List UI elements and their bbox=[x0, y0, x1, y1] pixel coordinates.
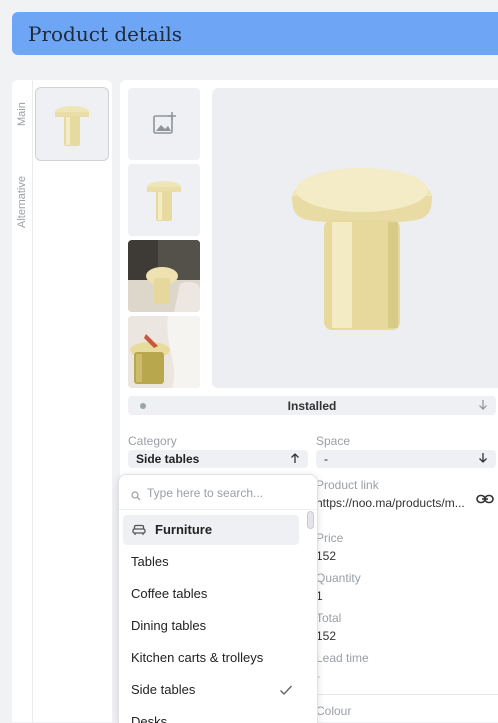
side-table-image bbox=[147, 181, 181, 221]
link-icon[interactable] bbox=[476, 492, 494, 511]
colour-label: Colour bbox=[316, 704, 352, 718]
option-kitchen-carts-trolleys[interactable]: Kitchen carts & trolleys bbox=[123, 643, 299, 673]
page-title: Product details bbox=[28, 22, 182, 46]
lifestyle-photo-image bbox=[128, 316, 200, 388]
space-label: Space bbox=[316, 434, 351, 448]
dropdown-search bbox=[119, 475, 317, 510]
category-label: Category bbox=[128, 434, 177, 448]
room-photo-image bbox=[128, 240, 200, 312]
tab-main[interactable]: Main bbox=[16, 96, 28, 126]
quantity-label: Quantity bbox=[316, 571, 361, 585]
product-link-label: Product link bbox=[316, 478, 379, 492]
category-select[interactable]: Side tables bbox=[128, 450, 308, 468]
search-icon bbox=[131, 488, 141, 506]
product-image-preview[interactable] bbox=[212, 88, 498, 388]
space-select[interactable]: - bbox=[316, 450, 496, 468]
option-group-furniture[interactable]: Furniture bbox=[123, 515, 299, 545]
price-label: Price bbox=[316, 531, 344, 545]
image-thumbnail-3[interactable] bbox=[128, 316, 200, 388]
option-dining-tables[interactable]: Dining tables bbox=[123, 611, 299, 641]
option-tables[interactable]: Tables bbox=[123, 547, 299, 577]
image-thumbnail-1[interactable] bbox=[128, 164, 200, 236]
lead-time-label: Lead time bbox=[316, 651, 369, 665]
product-link-value[interactable]: https://noo.ma/products/m... bbox=[316, 496, 480, 510]
option-desks[interactable]: Desks bbox=[123, 707, 299, 723]
category-search-input[interactable] bbox=[145, 483, 309, 503]
category-dropdown: Furniture Tables Coffee tables Dining ta… bbox=[118, 474, 318, 723]
total-value: 152 bbox=[316, 629, 337, 643]
status-select[interactable]: Installed bbox=[128, 396, 496, 415]
image-type-panel: Main Alternative bbox=[12, 80, 112, 722]
dropdown-scrollbar[interactable] bbox=[306, 511, 315, 723]
price-value[interactable]: 152 bbox=[316, 549, 336, 563]
main-image-thumbnail[interactable] bbox=[35, 87, 109, 161]
status-label: Installed bbox=[287, 399, 337, 413]
sofa-icon bbox=[132, 524, 146, 539]
space-value: - bbox=[324, 452, 328, 466]
total-label: Total bbox=[316, 611, 342, 625]
section-divider bbox=[316, 694, 498, 695]
option-side-tables[interactable]: Side tables bbox=[123, 675, 299, 705]
option-label: Dining tables bbox=[131, 618, 207, 633]
scrollbar-thumb[interactable] bbox=[307, 511, 314, 529]
option-label: Kitchen carts & trolleys bbox=[131, 650, 264, 665]
arrow-down-icon bbox=[478, 451, 488, 468]
category-value: Side tables bbox=[136, 452, 200, 466]
option-label: Side tables bbox=[131, 682, 196, 697]
side-table-image bbox=[55, 106, 89, 146]
option-label: Furniture bbox=[155, 522, 213, 537]
side-table-large-image bbox=[292, 168, 432, 330]
option-label: Coffee tables bbox=[131, 586, 208, 601]
check-icon bbox=[279, 684, 293, 699]
arrow-down-icon bbox=[478, 398, 488, 415]
option-coffee-tables[interactable]: Coffee tables bbox=[123, 579, 299, 609]
image-thumbnail-2[interactable] bbox=[128, 240, 200, 312]
page-header: Product details bbox=[12, 12, 498, 55]
arrow-up-icon bbox=[290, 451, 300, 468]
option-label: Tables bbox=[131, 554, 169, 569]
tab-divider bbox=[32, 80, 33, 722]
add-image-button[interactable] bbox=[128, 88, 200, 160]
add-image-icon bbox=[153, 112, 176, 134]
tab-alternative[interactable]: Alternative bbox=[16, 168, 28, 228]
